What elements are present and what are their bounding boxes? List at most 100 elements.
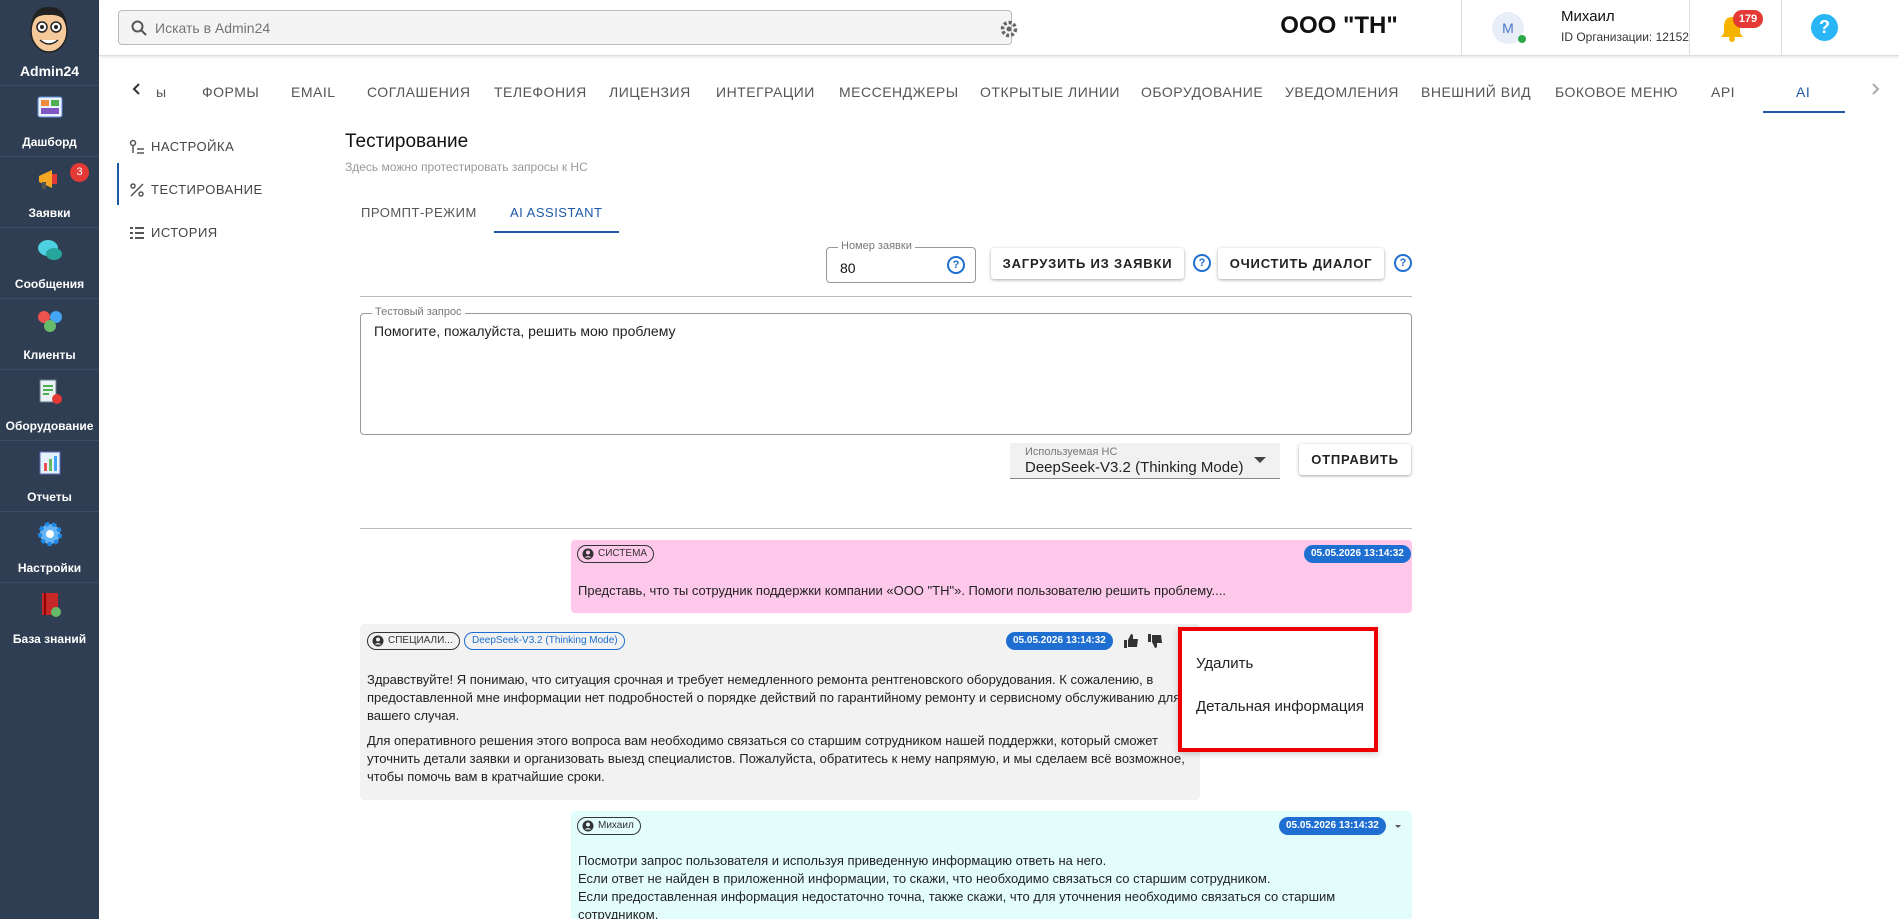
message-text: Представь, что ты сотрудник поддержки ко…: [578, 583, 1226, 598]
sidebar-item-messages[interactable]: Сообщения: [0, 227, 99, 298]
message-line: Если ответ не найден в приложенной инфор…: [578, 871, 1271, 886]
test-query-label: Тестовый запрос: [372, 306, 465, 318]
tab-email[interactable]: EMAIL: [291, 84, 336, 100]
message-date-badge: 05.05.2026 13:14:32: [1006, 632, 1113, 650]
sidebar-item-reports[interactable]: Отчеты: [0, 440, 99, 511]
message-assistant: СПЕЦИАЛИ... DeepSeek-V3.2 (Thinking Mode…: [360, 624, 1200, 800]
tab-prompt-mode[interactable]: ПРОМПТ-РЕЖИМ: [361, 205, 477, 220]
page-subtitle: Здесь можно протестировать запросы к НС: [345, 160, 588, 174]
submenu-item-history[interactable]: ИСТОРИЯ: [117, 212, 317, 252]
sidebar-item-dashboard[interactable]: Дашборд: [0, 85, 99, 156]
tab-ai[interactable]: AI: [1796, 84, 1810, 100]
role-chip-system: СИСТЕМА: [577, 545, 655, 563]
app-logo[interactable]: Admin24: [0, 0, 99, 84]
sidebar-item-label: Заявки: [28, 206, 71, 220]
account-circle-icon: [582, 820, 594, 832]
reports-icon: [39, 451, 61, 475]
tab-forms[interactable]: ФОРМЫ: [202, 84, 259, 100]
clear-help-icon[interactable]: ?: [1394, 254, 1412, 272]
active-tab-indicator: [1763, 111, 1845, 113]
message-date-badge: 05.05.2026 13:14:32: [1279, 817, 1386, 835]
tab-integrations[interactable]: ИНТЕГРАЦИИ: [716, 84, 815, 100]
sidebar-item-equipment[interactable]: Оборудование: [0, 369, 99, 440]
section-divider: [360, 528, 1412, 529]
sidebar-item-label: Сообщения: [14, 277, 85, 291]
thumbs-up-icon[interactable]: [1123, 633, 1139, 649]
tab-side-menu[interactable]: БОКОВОЕ МЕНЮ: [1555, 84, 1678, 100]
sidebar-item-settings[interactable]: Настройки: [0, 511, 99, 582]
test-icon: [130, 183, 144, 197]
tab-agreements[interactable]: СОГЛАШЕНИЯ: [367, 84, 470, 100]
test-query-value: Помогите, пожалуйста, решить мою проблем…: [374, 323, 676, 339]
message-paragraph: Здравствуйте! Я понимаю, что ситуация ср…: [367, 672, 1181, 723]
load-from-ticket-button[interactable]: ЗАГРУЗИТЬ ИЗ ЗАЯВКИ: [991, 248, 1184, 279]
organization-title: ООО "ТН": [1280, 12, 1398, 39]
clear-dialog-button[interactable]: ОЧИСТИТЬ ДИАЛОГ: [1218, 248, 1384, 279]
load-help-icon[interactable]: ?: [1193, 254, 1211, 272]
clients-icon: [38, 311, 62, 332]
ticket-number-value: 80: [840, 260, 856, 276]
sidebar-item-label: Дашборд: [22, 135, 77, 149]
message-line: сотрудником.: [578, 907, 659, 919]
search-input[interactable]: [155, 17, 955, 39]
message-system: СИСТЕМА 05.05.2026 13:14:32 Представь, ч…: [571, 540, 1412, 613]
avatar-logo-icon: [30, 6, 68, 53]
message-user: Михаил 05.05.2026 13:14:32 Посмотри запр…: [571, 811, 1412, 919]
tab-notifications[interactable]: УВЕДОМЛЕНИЯ: [1285, 84, 1399, 100]
tab-appearance[interactable]: ВНЕШНИЙ ВИД: [1421, 84, 1531, 100]
settings-tabs: ы ФОРМЫ EMAIL СОГЛАШЕНИЯ ТЕЛЕФОНИЯ ЛИЦЕН…: [99, 70, 1899, 116]
submenu-item-testing[interactable]: ТЕСТИРОВАНИЕ: [117, 169, 317, 209]
tab-messengers[interactable]: МЕССЕНДЖЕРЫ: [839, 84, 959, 100]
model-select-value: DeepSeek-V3.2 (Thinking Mode): [1025, 459, 1244, 476]
account-circle-icon: [582, 548, 594, 560]
send-button[interactable]: ОТПРАВИТЬ: [1299, 444, 1411, 475]
tab-api[interactable]: API: [1711, 84, 1735, 100]
tab-truncated[interactable]: ы: [156, 84, 167, 100]
model-select[interactable]: Используемая НС DeepSeek-V3.2 (Thinking …: [1010, 443, 1280, 479]
sidebar-item-label: Клиенты: [23, 348, 76, 362]
sidebar-item-clients[interactable]: Клиенты: [0, 298, 99, 369]
chevron-down-icon: [1254, 457, 1266, 463]
chevron-down-icon[interactable]: [1393, 821, 1403, 831]
account-circle-icon: [372, 635, 384, 647]
section-divider: [360, 296, 1412, 297]
tab-telephony[interactable]: ТЕЛЕФОНИЯ: [494, 84, 587, 100]
role-chip-label: Михаил: [598, 820, 634, 831]
tabs-scroll-right-icon[interactable]: [1868, 82, 1882, 96]
sidebar-item-knowledge-base[interactable]: База знаний: [0, 582, 99, 653]
ticket-help-icon[interactable]: ?: [947, 256, 965, 274]
help-icon[interactable]: ?: [1811, 14, 1838, 41]
sidebar-item-label: Настройки: [17, 561, 82, 575]
submenu-label: ИСТОРИЯ: [151, 225, 218, 240]
ticket-number-label: Номер заявки: [838, 240, 915, 252]
tab-open-lines[interactable]: ОТКРЫТЫЕ ЛИНИИ: [980, 84, 1120, 100]
search-settings-gear-icon[interactable]: [999, 19, 1019, 39]
tab-equipment[interactable]: ОБОРУДОВАНИЕ: [1141, 84, 1263, 100]
message-paragraph: Для оперативного решения этого вопроса в…: [367, 733, 1185, 784]
submenu-label: ТЕСТИРОВАНИЕ: [151, 182, 263, 197]
message-line: Если предоставленная информация недостат…: [578, 889, 1336, 904]
equipment-icon: [39, 379, 62, 404]
header-divider: [1461, 0, 1462, 56]
chat-icon: [38, 240, 62, 260]
sidebar-item-label: База знаний: [12, 632, 87, 646]
list-icon: [130, 227, 144, 239]
header-divider: [1781, 0, 1782, 56]
user-name[interactable]: Михаил: [1561, 8, 1615, 25]
sidebar-item-tickets[interactable]: 3 Заявки: [0, 156, 99, 227]
submenu-item-settings[interactable]: НАСТРОЙКА: [117, 126, 317, 166]
menu-item-delete[interactable]: Удалить: [1196, 655, 1253, 672]
test-query-textarea[interactable]: Тестовый запрос Помогите, пожалуйста, ре…: [360, 306, 1412, 435]
thumbs-down-icon[interactable]: [1147, 633, 1163, 649]
header-divider: [1689, 0, 1690, 56]
model-select-label: Используемая НС: [1025, 446, 1118, 458]
message-context-menu: Удалить Детальная информация: [1178, 627, 1378, 752]
menu-item-details[interactable]: Детальная информация: [1196, 698, 1364, 715]
tab-ai-assistant[interactable]: AI ASSISTANT: [510, 205, 602, 220]
tab-license[interactable]: ЛИЦЕНЗИЯ: [609, 84, 691, 100]
ticket-number-field[interactable]: Номер заявки 80 ?: [826, 240, 976, 283]
sidebar-item-label: Отчеты: [27, 490, 72, 504]
search-box[interactable]: [118, 10, 1018, 45]
app-name: Admin24: [19, 63, 80, 79]
inner-active-tab-indicator: [494, 231, 619, 233]
